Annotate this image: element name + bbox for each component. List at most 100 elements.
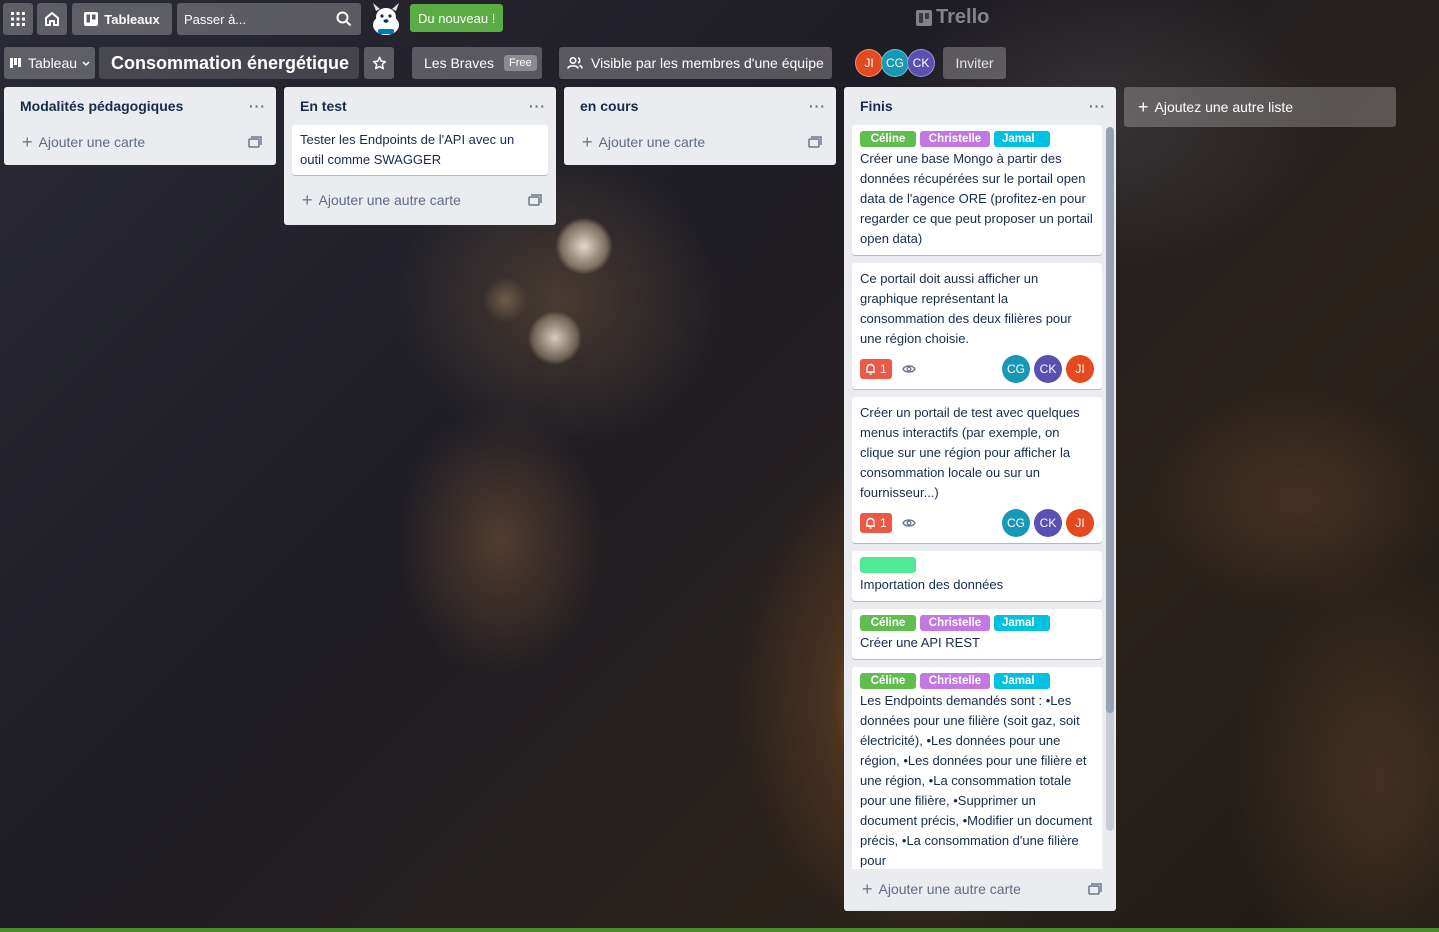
plus-icon: + <box>862 879 873 899</box>
board-view-icon <box>10 58 21 68</box>
card[interactable]: Céline Christelle Jamal Créer une API RE… <box>852 609 1102 659</box>
search-field[interactable] <box>177 3 361 35</box>
visibility-label: Visible par les membres d'une équipe <box>591 55 824 71</box>
invite-button[interactable]: Inviter <box>943 47 1006 79</box>
apps-menu-button[interactable] <box>3 3 33 35</box>
card[interactable]: Céline Christelle Jamal Les Endpoints de… <box>852 667 1102 869</box>
star-board-button[interactable] <box>364 47 394 79</box>
card-title: Importation des données <box>860 577 1004 592</box>
card-title: Les Endpoints demandés sont : •Les donné… <box>860 693 1093 868</box>
board-view-switcher[interactable]: Tableau <box>4 47 95 79</box>
card-members: CG CK JI <box>1002 355 1094 383</box>
cards-scroll-area[interactable]: Céline Christelle Jamal Créer une base M… <box>844 125 1116 869</box>
board-title[interactable]: Consommation énergétique <box>99 47 359 79</box>
board-view-label: Tableau <box>28 55 78 71</box>
list-title[interactable]: en cours <box>580 98 638 114</box>
team-visibility-icon <box>567 56 583 69</box>
watch-eye-icon <box>901 519 916 527</box>
bell-icon <box>866 517 875 529</box>
label-lime[interactable] <box>860 557 916 573</box>
list-menu-icon[interactable]: ··· <box>249 98 266 114</box>
template-icon[interactable] <box>808 136 822 148</box>
card-title: Créer un portail de test avec quelques m… <box>860 405 1080 500</box>
member-avatar[interactable]: CG <box>1002 355 1030 383</box>
card[interactable]: Ce portail doit aussi afficher un graphi… <box>852 263 1102 389</box>
add-card-button[interactable]: + Ajouter une carte <box>564 125 836 159</box>
whats-new-label: Du nouveau ! <box>418 10 496 26</box>
card-title: Tester les Endpoints de l'API avec un ou… <box>300 132 515 167</box>
card[interactable]: Créer un portail de test avec quelques m… <box>852 397 1102 543</box>
list-header[interactable]: En test ··· <box>284 87 556 125</box>
visibility-button[interactable]: Visible par les membres d'une équipe <box>559 47 832 79</box>
top-nav: Tableaux Du nouveau ! Trello <box>0 0 1439 38</box>
label-sky[interactable]: Jamal <box>994 131 1050 147</box>
add-card-button[interactable]: + Ajouter une autre carte <box>284 183 556 217</box>
watch-eye-icon <box>901 365 916 373</box>
star-icon <box>372 56 386 69</box>
list-header[interactable]: Finis ··· <box>844 87 1116 125</box>
card-title: Créer une API REST <box>860 635 980 650</box>
plus-icon: + <box>1138 97 1149 117</box>
bottom-status-bar <box>0 928 1439 932</box>
card-labels <box>860 557 1094 573</box>
card[interactable]: Importation des données <box>852 551 1102 601</box>
label-purple[interactable]: Christelle <box>920 615 990 631</box>
search-input[interactable] <box>184 11 324 27</box>
list-header[interactable]: Modalités pédagogiques ··· <box>4 87 276 125</box>
plus-icon: + <box>302 190 313 210</box>
list-header[interactable]: en cours ··· <box>564 87 836 125</box>
label-green[interactable]: Céline <box>860 131 916 147</box>
card[interactable]: Tester les Endpoints de l'API avec un ou… <box>292 125 548 175</box>
label-sky[interactable]: Jamal <box>994 615 1050 631</box>
label-purple[interactable]: Christelle <box>920 131 990 147</box>
plus-icon: + <box>22 132 33 152</box>
template-icon[interactable] <box>248 136 262 148</box>
team-button[interactable]: Les Braves Free <box>412 47 542 79</box>
list-menu-icon[interactable]: ··· <box>529 98 546 114</box>
label-green[interactable]: Céline <box>860 615 916 631</box>
add-list-label: Ajoutez une autre liste <box>1154 99 1294 115</box>
list-en-cours: en cours ··· + Ajouter une carte <box>564 87 836 165</box>
list-title[interactable]: Finis <box>860 98 893 114</box>
bell-icon <box>866 363 875 375</box>
search-icon <box>336 11 352 27</box>
list-menu-icon[interactable]: ··· <box>809 98 826 114</box>
list-en-test: En test ··· Tester les Endpoints de l'AP… <box>284 87 556 225</box>
card-members: CG CK JI <box>1002 509 1094 537</box>
list-finis: Finis ··· Céline Christelle Jamal Créer … <box>844 87 1116 911</box>
member-avatar[interactable]: JI <box>855 49 883 77</box>
member-avatar[interactable]: JI <box>1066 509 1094 537</box>
home-button[interactable] <box>37 3 67 35</box>
template-icon[interactable] <box>528 194 542 206</box>
notification-badge: 1 <box>860 513 892 533</box>
member-avatar[interactable]: CG <box>881 49 909 77</box>
trello-logo[interactable]: Trello <box>916 6 989 29</box>
notification-badge: 1 <box>860 359 892 379</box>
member-avatar[interactable]: CK <box>1034 355 1062 383</box>
taco-mascot-icon[interactable] <box>366 1 406 37</box>
add-card-button[interactable]: + Ajouter une carte <box>4 125 276 159</box>
scrollbar-thumb[interactable] <box>1106 127 1114 713</box>
member-avatar[interactable]: CG <box>1002 509 1030 537</box>
home-icon <box>45 12 59 26</box>
whats-new-button[interactable]: Du nouveau ! <box>410 4 504 32</box>
card-labels: Céline Christelle Jamal <box>860 673 1094 689</box>
trello-logo-icon <box>916 9 932 26</box>
card-labels: Céline Christelle Jamal <box>860 131 1094 147</box>
list-menu-icon[interactable]: ··· <box>1089 98 1106 114</box>
member-avatar[interactable]: JI <box>1066 355 1094 383</box>
member-avatar[interactable]: CK <box>907 49 935 77</box>
card-labels: Céline Christelle Jamal <box>860 615 1094 631</box>
card[interactable]: Céline Christelle Jamal Créer une base M… <box>852 125 1102 255</box>
list-title[interactable]: Modalités pédagogiques <box>20 98 183 114</box>
add-list-button[interactable]: + Ajoutez une autre liste <box>1124 87 1396 127</box>
add-card-button[interactable]: + Ajouter une autre carte <box>844 869 1116 909</box>
label-purple[interactable]: Christelle <box>920 673 990 689</box>
label-sky[interactable]: Jamal <box>994 673 1050 689</box>
template-icon[interactable] <box>1088 883 1102 895</box>
plus-icon: + <box>582 132 593 152</box>
boards-button[interactable]: Tableaux <box>72 3 172 35</box>
label-green[interactable]: Céline <box>860 673 916 689</box>
list-title[interactable]: En test <box>300 98 347 114</box>
member-avatar[interactable]: CK <box>1034 509 1062 537</box>
